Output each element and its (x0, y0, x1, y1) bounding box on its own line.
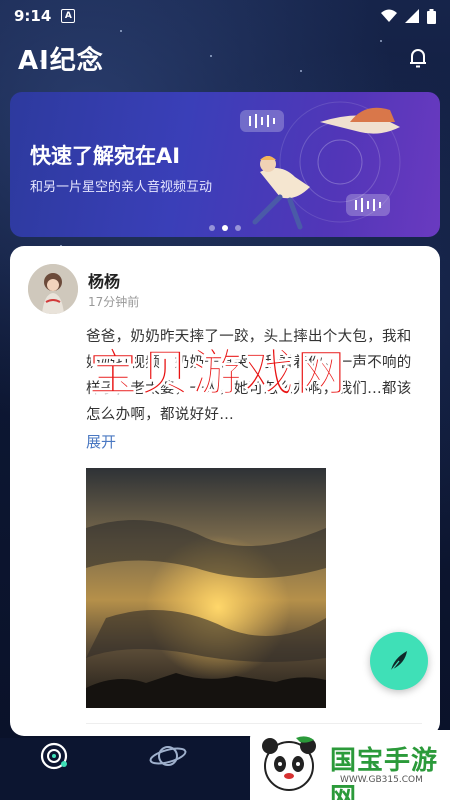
sunset-photo (86, 468, 326, 708)
banner-title: 快速了解宛在AI (30, 144, 181, 168)
feather-pen-icon (390, 651, 407, 672)
compose-button[interactable] (370, 632, 428, 690)
post-time: 17分钟前 (88, 295, 140, 309)
post-author[interactable]: 杨杨 (88, 268, 120, 292)
post-image[interactable] (86, 468, 326, 708)
memorial-home-icon[interactable] (38, 740, 70, 772)
pagination-dot-active[interactable] (222, 225, 228, 231)
banner-subtitle: 和另一片星空的亲人音视频互动 (30, 180, 213, 195)
battery-icon (427, 8, 436, 24)
bell-icon (410, 49, 426, 68)
planet-icon[interactable] (148, 740, 188, 772)
status-icons (381, 8, 436, 24)
banner-pagination (10, 225, 440, 231)
notification-icon: A (61, 9, 76, 23)
panda-logo-icon (262, 736, 316, 791)
wifi-icon (381, 9, 397, 22)
avatar[interactable] (28, 264, 78, 314)
logo-url: WWW.GB315.COM (340, 775, 423, 785)
watermark-text: 宝贝游戏网 (88, 344, 348, 403)
site-logo-badge: 国宝手游网 WWW.GB315.COM (250, 730, 450, 800)
status-time: 9:14 (14, 7, 52, 25)
divider (86, 723, 422, 724)
pagination-dot[interactable] (209, 225, 215, 231)
notifications-button[interactable] (404, 44, 432, 72)
promo-banner[interactable]: 快速了解宛在AI 和另一片星空的亲人音视频互动 (10, 92, 440, 237)
avatar-image (28, 264, 78, 314)
app-header: AI纪念 (0, 36, 450, 80)
pagination-dot[interactable] (235, 225, 241, 231)
status-bar: 9:14 A (0, 0, 450, 32)
banner-illustration (240, 101, 401, 230)
signal-icon (405, 9, 419, 23)
page-title: AI纪念 (18, 45, 104, 76)
expand-link[interactable]: 展开 (86, 431, 116, 452)
logo-text: 国宝手游网 (330, 746, 439, 800)
